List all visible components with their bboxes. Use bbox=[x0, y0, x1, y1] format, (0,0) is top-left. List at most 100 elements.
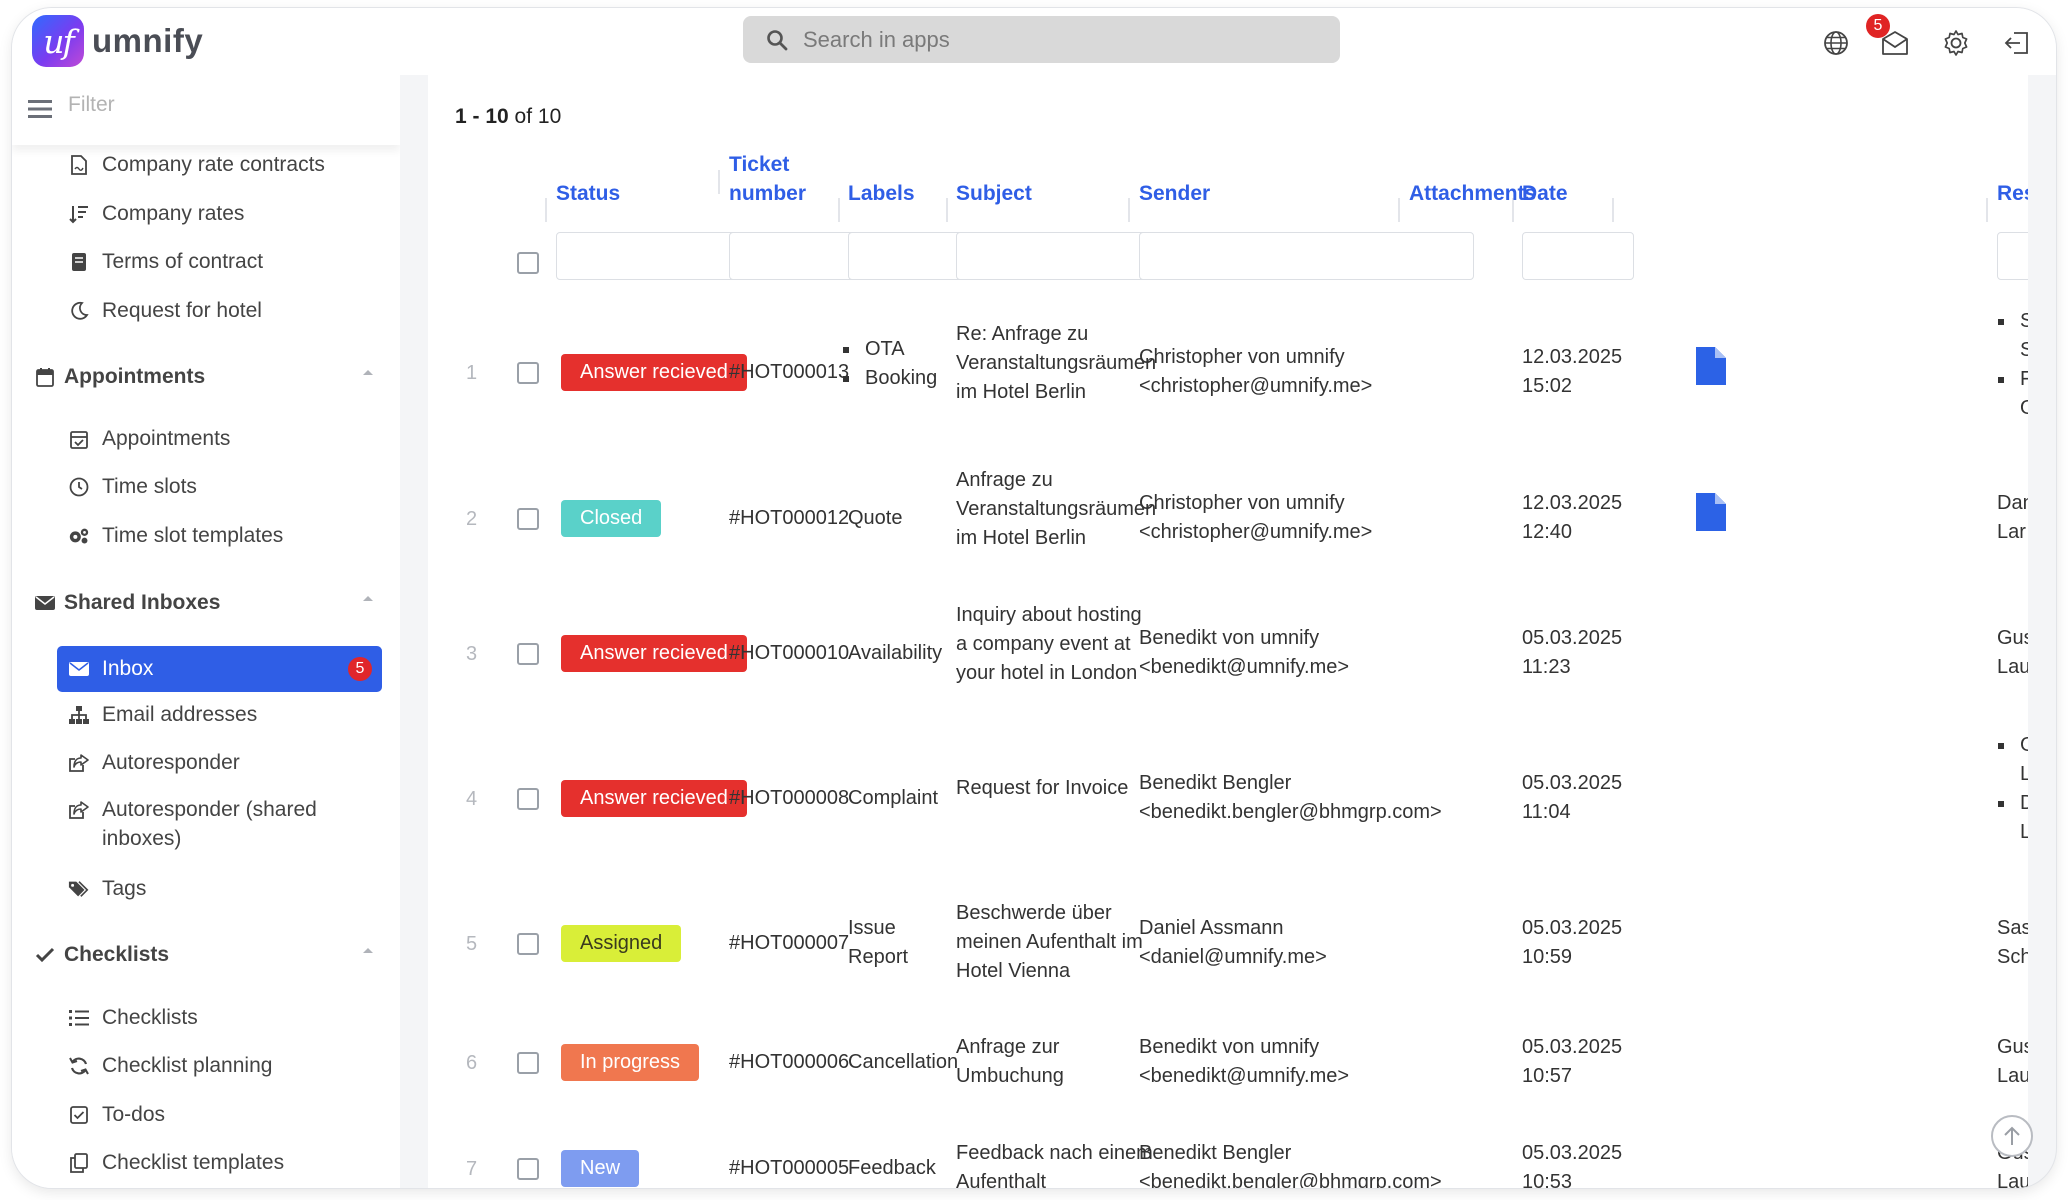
status-badge: Answer recieved bbox=[561, 354, 747, 391]
column-separator bbox=[946, 198, 948, 222]
sidebar-item-label: Email addresses bbox=[102, 703, 258, 726]
sidebar-item-inbox[interactable]: Inbox 5 bbox=[57, 646, 382, 692]
ticket-number: #HOT000008 bbox=[729, 787, 850, 809]
date: 05.03.2025 11:23 bbox=[1522, 624, 1622, 682]
app-logo[interactable]: uf umnify bbox=[32, 12, 203, 70]
date: 12.03.2025 12:40 bbox=[1522, 489, 1622, 547]
sidebar-item-tags[interactable]: Tags bbox=[68, 874, 146, 904]
row-checkbox[interactable] bbox=[517, 508, 539, 530]
column-header-responsible[interactable]: Res bbox=[1997, 179, 2028, 208]
document-icon[interactable] bbox=[1696, 347, 1726, 385]
column-header-status[interactable]: Status bbox=[556, 179, 620, 208]
ticket-number: #HOT000005 bbox=[729, 1157, 850, 1179]
sidebar-section-shared-inboxes[interactable]: Shared Inboxes bbox=[34, 586, 384, 620]
sidebar-item-company-rates[interactable]: Company rates bbox=[68, 199, 244, 229]
subject-line: Request for Invoice bbox=[956, 777, 1129, 799]
logout-button[interactable] bbox=[2000, 26, 2034, 60]
logout-icon bbox=[2004, 32, 2028, 54]
sidebar-item-to-dos[interactable]: To-dos bbox=[68, 1100, 165, 1130]
date-day: 05.03.2025 bbox=[1522, 627, 1623, 649]
mail-button[interactable]: 5 bbox=[1866, 14, 1912, 60]
column-separator bbox=[1612, 198, 1614, 222]
responsible-last: Lar bbox=[1997, 521, 2026, 543]
search-bar[interactable] bbox=[743, 16, 1340, 63]
sidebar-section-appointments[interactable]: Appointments bbox=[34, 360, 384, 394]
responsible-last: Lau bbox=[1997, 1171, 2028, 1188]
sidebar-item-terms-of-contract[interactable]: Terms of contract bbox=[68, 247, 263, 277]
responsible-first: Sas bbox=[1997, 917, 2028, 939]
sidebar-item-checklists[interactable]: Checklists bbox=[68, 1003, 198, 1033]
globe-button[interactable] bbox=[1819, 26, 1853, 60]
row-checkbox[interactable] bbox=[517, 1052, 539, 1074]
caret-up-icon bbox=[363, 370, 373, 375]
sidebar-item-appointments[interactable]: Appointments bbox=[68, 424, 230, 454]
gear-icon bbox=[1944, 30, 1968, 56]
responsible-item-cont: Lı bbox=[2020, 821, 2028, 843]
date: 05.03.2025 10:57 bbox=[1522, 1033, 1622, 1091]
column-header-subject[interactable]: Subject bbox=[956, 179, 1032, 208]
column-separator bbox=[1398, 198, 1400, 222]
sender-name: Benedikt von umnify bbox=[1139, 1036, 1320, 1058]
responsible-filter-input[interactable] bbox=[1997, 232, 2028, 280]
row-checkbox[interactable] bbox=[517, 788, 539, 810]
sidebar-item-time-slots[interactable]: Time slots bbox=[68, 472, 197, 502]
row-checkbox[interactable] bbox=[517, 362, 539, 384]
document-icon[interactable] bbox=[1696, 493, 1726, 531]
label-line: Issue bbox=[848, 917, 896, 939]
sidebar-item-time-slot-templates[interactable]: Time slot templates bbox=[68, 521, 283, 551]
sidebar-item-autoresponder-shared-inboxes[interactable]: Autoresponder (shared inboxes) bbox=[68, 795, 317, 855]
sidebar-item-request-for-hotel[interactable]: Request for hotel bbox=[68, 296, 262, 326]
sidebar-item-label-group: Autoresponder (shared inboxes) bbox=[102, 795, 317, 853]
search-icon bbox=[767, 29, 788, 50]
sidebar-item-label: Request for hotel bbox=[102, 299, 262, 322]
sidebar-item-checklist-planning[interactable]: Checklist planning bbox=[68, 1051, 272, 1081]
row-checkbox[interactable] bbox=[517, 1158, 539, 1180]
section-title: Shared Inboxes bbox=[64, 591, 221, 614]
date: 05.03.2025 10:53 bbox=[1522, 1139, 1622, 1188]
sidebar-section-checklists[interactable]: Checklists bbox=[34, 938, 384, 972]
sidebar-item-label: Checklist planning bbox=[102, 1054, 273, 1077]
sender-name: Benedikt von umnify bbox=[1139, 627, 1320, 649]
ticket-filter-input[interactable] bbox=[729, 232, 863, 280]
share-square-icon bbox=[68, 752, 90, 774]
sidebar-item-label: Tags bbox=[102, 877, 147, 900]
row-number: 6 bbox=[466, 1052, 478, 1074]
date-time: 12:40 bbox=[1522, 521, 1573, 543]
search-input[interactable] bbox=[803, 26, 1283, 53]
labels-filter-input[interactable] bbox=[848, 232, 968, 280]
scroll-to-top-button[interactable] bbox=[1991, 1115, 2033, 1157]
result-range: 1 - 10 bbox=[455, 105, 509, 128]
responsible-last: Sch bbox=[1997, 946, 2028, 968]
ticket-number: #HOT000013 bbox=[729, 361, 850, 383]
select-all-checkbox[interactable] bbox=[517, 252, 539, 274]
hamburger-icon[interactable] bbox=[28, 99, 52, 119]
inbox-table-panel: 1 - 10 of 10 Status Ticket number Labels… bbox=[428, 75, 2028, 1188]
settings-button[interactable] bbox=[1939, 26, 1973, 60]
responsible-first: Dan bbox=[1997, 492, 2028, 514]
responsible-item: D bbox=[1997, 789, 2028, 818]
subject-line: a company event at bbox=[956, 633, 1131, 655]
column-header-labels[interactable]: Labels bbox=[848, 179, 915, 208]
section-title: Appointments bbox=[64, 365, 206, 388]
responsible-last: Lau bbox=[1997, 1065, 2028, 1087]
column-header-attachments[interactable]: Attachments bbox=[1409, 179, 1536, 208]
status-badge: Assigned bbox=[561, 925, 682, 962]
calendar-icon bbox=[34, 366, 56, 388]
moon-icon bbox=[68, 300, 90, 322]
column-header-sender[interactable]: Sender bbox=[1139, 179, 1210, 208]
column-header-date[interactable]: Date bbox=[1522, 179, 1568, 208]
date-filter-input[interactable] bbox=[1522, 232, 1634, 280]
column-header-ticket-number[interactable]: Ticket number bbox=[729, 150, 806, 208]
subject: Beschwerde über meinen Aufenthalt im Hot… bbox=[956, 899, 1143, 986]
sender-filter-input[interactable] bbox=[1139, 232, 1474, 280]
sender: Daniel Assmann <daniel@umnify.me> bbox=[1139, 914, 1327, 972]
sidebar-filter-input[interactable] bbox=[68, 93, 368, 117]
responsible-item: Fı bbox=[1998, 365, 2028, 394]
row-checkbox[interactable] bbox=[517, 643, 539, 665]
responsible: Gus Lau bbox=[1997, 1033, 2028, 1091]
sidebar-item-checklist-templates[interactable]: Checklist templates bbox=[68, 1148, 284, 1178]
sidebar-item-company-rate-contracts[interactable]: Company rate contracts bbox=[68, 150, 325, 180]
sidebar-item-email-addresses[interactable]: Email addresses bbox=[68, 700, 257, 730]
row-checkbox[interactable] bbox=[517, 933, 539, 955]
sidebar-item-autoresponder[interactable]: Autoresponder bbox=[68, 748, 240, 778]
